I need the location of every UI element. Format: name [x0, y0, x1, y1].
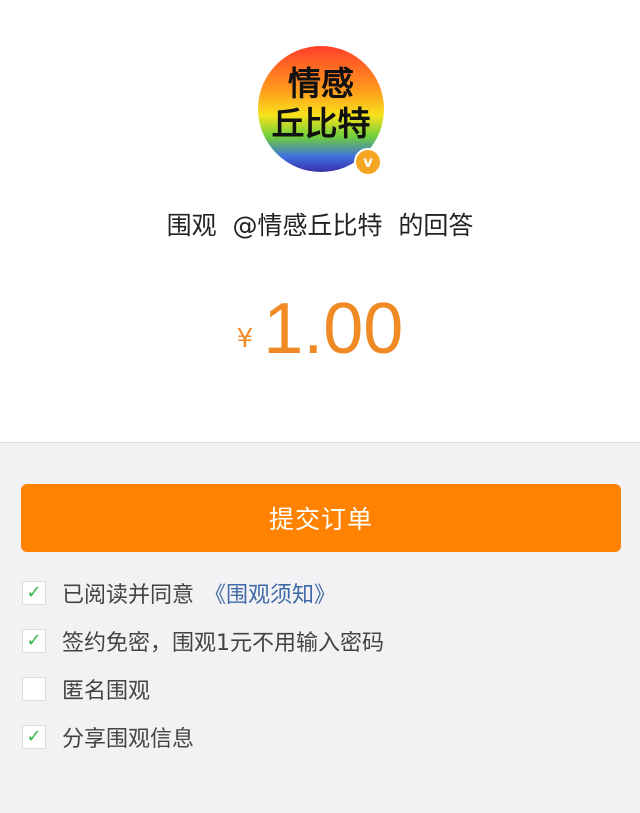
avatar-text-line2: 丘比特: [271, 104, 371, 143]
answer-header-panel: 情感 丘比特 v 围观 @情感丘比特 的回答 ¥1.00: [0, 0, 640, 443]
avatar-text-line1: 情感: [288, 64, 354, 103]
option-password-free[interactable]: ✓ 签约免密，围观1元不用输入密码: [22, 627, 384, 656]
price-display: ¥1.00: [0, 288, 640, 370]
option-label: 分享围观信息: [62, 727, 195, 752]
option-anonymous[interactable]: 匿名围观: [22, 675, 151, 704]
option-agree-terms[interactable]: ✓ 已阅读并同意 《围观须知》: [22, 577, 336, 609]
answer-title: 围观 @情感丘比特 的回答: [166, 211, 474, 240]
option-label: 签约免密，围观1元不用输入密码: [62, 631, 384, 656]
price-amount: 1.00: [263, 289, 404, 369]
verified-badge-icon: v: [354, 148, 382, 176]
terms-link[interactable]: 《围观须知》: [204, 577, 336, 609]
checkbox-share-info[interactable]: ✓: [22, 725, 46, 749]
submit-order-button[interactable]: 提交订单: [21, 484, 621, 552]
checkbox-anonymous[interactable]: [22, 677, 46, 701]
option-share-info[interactable]: ✓ 分享围观信息: [22, 723, 195, 752]
checkmark-icon: ✓: [26, 582, 42, 603]
option-label: 匿名围观: [62, 679, 151, 704]
checkbox-password-free[interactable]: ✓: [22, 629, 46, 653]
currency-symbol: ¥: [236, 324, 254, 354]
checkmark-icon: ✓: [26, 726, 42, 747]
checkmark-icon: ✓: [26, 630, 42, 651]
checkbox-agree-terms[interactable]: ✓: [22, 581, 46, 605]
option-label: 已阅读并同意: [62, 583, 195, 608]
